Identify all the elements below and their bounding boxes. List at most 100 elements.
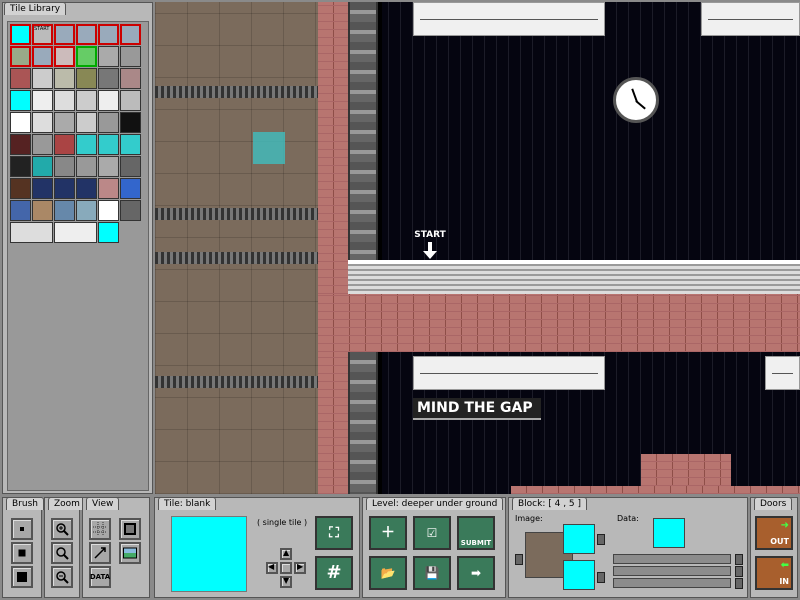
tile-texture[interactable] (120, 156, 141, 177)
brush-medium-button[interactable] (11, 542, 33, 564)
tile-object[interactable] (32, 46, 53, 67)
trash-icon[interactable] (597, 572, 605, 583)
arrow-up-button[interactable]: ▲ (280, 548, 292, 560)
tile-texture[interactable] (54, 134, 75, 155)
tile-texture[interactable] (32, 90, 53, 111)
block-data-row[interactable] (613, 554, 731, 564)
tile-texture[interactable] (32, 112, 53, 133)
tile-texture[interactable] (98, 222, 119, 243)
arrow-right-button[interactable]: ▶ (294, 562, 306, 574)
toggle-border-button[interactable] (119, 518, 141, 540)
toggle-doors-button[interactable] (89, 542, 111, 564)
tile-texture[interactable] (32, 134, 53, 155)
open-level-button[interactable]: 📂 (369, 556, 407, 590)
block-data-slot[interactable] (653, 518, 685, 548)
tile-texture[interactable] (54, 156, 75, 177)
tile-library-grid[interactable]: START (7, 21, 149, 491)
tile-texture[interactable] (54, 68, 75, 89)
tile-texture[interactable] (76, 200, 97, 221)
tile-texture[interactable] (120, 178, 141, 199)
tile-cyan[interactable] (10, 24, 31, 45)
tile-texture[interactable] (32, 200, 53, 221)
tile-texture[interactable] (76, 90, 97, 111)
tile-texture[interactable] (98, 68, 119, 89)
tile-texture[interactable] (10, 134, 31, 155)
tile-object[interactable] (98, 24, 119, 45)
door-in-button[interactable]: ⬅ IN (755, 556, 793, 590)
level-map-canvas[interactable]: START MIND THE GAP (155, 2, 800, 494)
tile-texture[interactable] (76, 178, 97, 199)
level-checklist-button[interactable]: ☑ (413, 516, 451, 550)
tile-texture[interactable] (98, 46, 119, 67)
submit-label: SUBMIT (460, 539, 492, 547)
tile-object[interactable] (54, 24, 75, 45)
trash-icon[interactable] (735, 578, 743, 589)
tile-texture[interactable] (120, 200, 141, 221)
tile-texture[interactable] (98, 112, 119, 133)
tile-texture[interactable] (54, 112, 75, 133)
trash-icon[interactable] (597, 534, 605, 545)
trash-icon[interactable] (735, 554, 743, 565)
tile-start[interactable]: START (32, 24, 53, 45)
save-level-button[interactable]: 💾 (413, 556, 451, 590)
tile-texture[interactable] (120, 46, 141, 67)
brush-large-button[interactable] (11, 566, 33, 588)
tile-texture[interactable] (98, 134, 119, 155)
export-level-button[interactable]: ➡ (457, 556, 495, 590)
zoom-out-button[interactable] (51, 566, 73, 588)
tile-texture[interactable] (98, 156, 119, 177)
tile-texture[interactable] (10, 200, 31, 221)
tile-texture[interactable] (32, 156, 53, 177)
tile-texture[interactable] (120, 112, 141, 133)
tile-texture[interactable] (76, 156, 97, 177)
tile-texture[interactable] (98, 90, 119, 111)
tile-binoculars-button[interactable]: ⛶ (315, 516, 353, 550)
block-image-layer-2[interactable] (563, 560, 595, 590)
toggle-grid-button[interactable] (89, 518, 111, 540)
tile-texture[interactable] (32, 178, 53, 199)
zoom-reset-button[interactable] (51, 542, 73, 564)
tile-texture[interactable] (120, 90, 141, 111)
tile-texture[interactable] (54, 178, 75, 199)
zoom-in-button[interactable] (51, 518, 73, 540)
binoculars-icon: ⛶ (329, 525, 339, 541)
brush-small-button[interactable] (11, 518, 33, 540)
tile-texture[interactable] (10, 222, 53, 243)
tile-texture[interactable] (54, 200, 75, 221)
block-image-layer-1[interactable] (563, 524, 595, 554)
tile-texture[interactable] (76, 112, 97, 133)
arrow-down-button[interactable]: ▼ (280, 576, 292, 588)
tile-object[interactable] (76, 24, 97, 45)
door-out-button[interactable]: ➜ OUT (755, 516, 793, 550)
tile-texture[interactable] (10, 112, 31, 133)
tile-texture[interactable] (32, 68, 53, 89)
tile-object[interactable] (120, 24, 141, 45)
arrow-up-icon: ▲ (283, 548, 290, 557)
toggle-images-button[interactable] (119, 542, 141, 564)
submit-level-button[interactable]: SUBMIT (457, 516, 495, 550)
tile-object[interactable] (54, 46, 75, 67)
trash-icon[interactable] (735, 566, 743, 577)
tile-object[interactable] (10, 46, 31, 67)
new-level-button[interactable]: ＋ (369, 516, 407, 550)
tile-texture[interactable] (10, 68, 31, 89)
tile-grid-button[interactable]: # (315, 556, 353, 590)
trash-icon[interactable] (515, 554, 523, 565)
tile-texture[interactable] (120, 134, 141, 155)
tile-texture[interactable] (54, 90, 75, 111)
tile-texture[interactable] (10, 90, 31, 111)
tile-object[interactable] (76, 46, 97, 67)
tile-texture[interactable] (98, 200, 119, 221)
tile-texture[interactable] (10, 178, 31, 199)
arrow-left-button[interactable]: ◀ (266, 562, 278, 574)
block-data-row[interactable] (613, 578, 731, 588)
tile-texture[interactable] (120, 68, 141, 89)
toggle-data-button[interactable]: DATA (89, 566, 111, 588)
tile-texture[interactable] (10, 156, 31, 177)
tile-texture[interactable] (76, 134, 97, 155)
tile-texture[interactable] (54, 222, 97, 243)
tile-texture[interactable] (98, 178, 119, 199)
center-button[interactable] (280, 562, 292, 574)
block-data-row[interactable] (613, 566, 731, 576)
tile-texture[interactable] (76, 68, 97, 89)
